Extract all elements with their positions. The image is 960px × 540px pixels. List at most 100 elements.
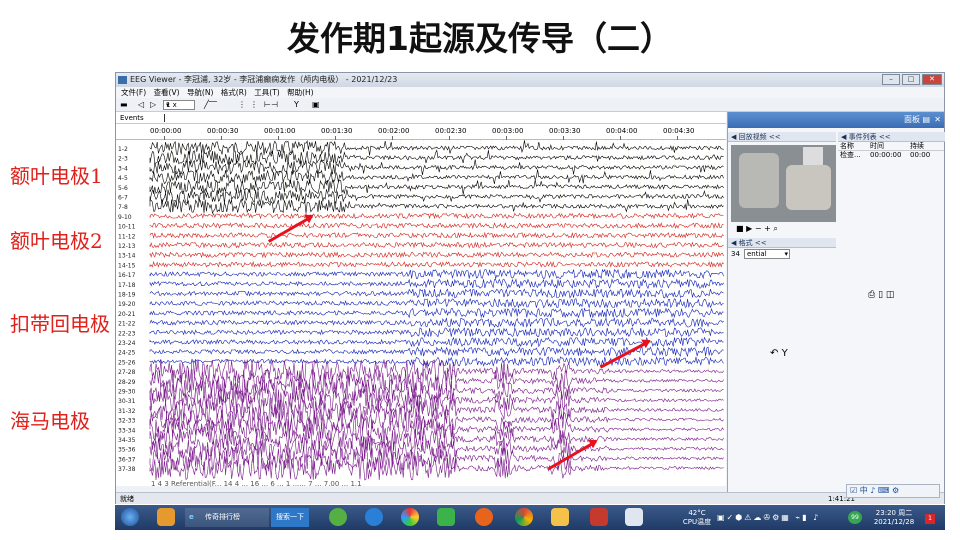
channel-label[interactable]: 7-8: [118, 204, 128, 211]
channel-label[interactable]: 6-7: [118, 195, 128, 202]
amplitude-icon[interactable]: ⋮: [238, 98, 246, 112]
app-colorful-icon[interactable]: [401, 508, 419, 526]
channel-label[interactable]: 14-15: [118, 262, 136, 269]
channel-label[interactable]: 31-32: [118, 408, 136, 415]
label-cingulate: 扣带回电极: [10, 312, 110, 336]
cpu-temp[interactable]: 42°C CPU温度: [681, 508, 713, 527]
app-flower-icon[interactable]: [157, 508, 175, 526]
copy-icon[interactable]: ◫: [886, 290, 895, 300]
channel-label[interactable]: 27-28: [118, 369, 136, 376]
app-browser-icon[interactable]: [365, 508, 383, 526]
format-select[interactable]: ential ▾: [744, 249, 790, 259]
channel-label[interactable]: 3-4: [118, 165, 128, 172]
tray-badge-icon[interactable]: 99: [848, 511, 862, 524]
filter-small-icon[interactable]: Y: [782, 348, 788, 359]
channel-label[interactable]: 32-33: [118, 418, 136, 425]
channel-label[interactable]: 37-38: [118, 466, 136, 473]
folder-app-icon[interactable]: [551, 508, 569, 526]
zoom-icon[interactable]: ⌕: [773, 224, 777, 233]
maximize-button[interactable]: □: [902, 74, 920, 85]
printer-icon[interactable]: ⎙: [868, 290, 875, 300]
time-tick-label: 00:04:30: [663, 127, 695, 135]
eeg-app-icon[interactable]: [625, 508, 643, 526]
start-button[interactable]: [121, 508, 139, 526]
document-icon[interactable]: ▯: [878, 290, 883, 300]
video-player[interactable]: [731, 145, 836, 222]
tray-icons[interactable]: ▣✓⬢⚠☁✇⚙▦ ⌁▮ ♪: [717, 508, 820, 527]
channel-label[interactable]: 29-30: [118, 389, 136, 396]
app-green-icon[interactable]: [329, 508, 347, 526]
step-back-icon[interactable]: ◁: [138, 98, 144, 112]
menu-view[interactable]: 查看(V): [154, 88, 180, 97]
channel-label[interactable]: 36-37: [118, 456, 136, 463]
stop-icon[interactable]: ■: [736, 224, 744, 233]
minus-icon[interactable]: −: [755, 224, 762, 233]
channel-label[interactable]: 10-11: [118, 224, 136, 231]
step-forward-icon[interactable]: ▷: [150, 98, 156, 112]
search-button[interactable]: 搜索一下: [271, 508, 309, 527]
channel-label[interactable]: 13-14: [118, 253, 136, 260]
event-table: 名称 时间 持续 检查... 00:00:00 00:00: [838, 142, 944, 160]
channel-label[interactable]: 34-35: [118, 437, 136, 444]
zoom-select[interactable]: 1 x ▾: [163, 100, 195, 110]
menu-tools[interactable]: 工具(T): [254, 88, 279, 97]
channel-label[interactable]: 23-24: [118, 340, 136, 347]
menu-format[interactable]: 格式(R): [221, 88, 247, 97]
undo-icon[interactable]: ↶: [770, 348, 778, 359]
time-tick-label: 00:01:30: [321, 127, 353, 135]
video-section-head[interactable]: ◀ 回放视频 <<: [728, 132, 836, 142]
channel-label[interactable]: 19-20: [118, 301, 136, 308]
format-section-head[interactable]: ◀ 格式 <<: [728, 238, 836, 248]
plus-icon[interactable]: +: [764, 224, 771, 233]
panel-pin-icon[interactable]: ▤: [922, 112, 930, 128]
channel-label[interactable]: 12-13: [118, 243, 136, 250]
powerpoint-icon[interactable]: [590, 508, 608, 526]
taskbar-item-ranking[interactable]: e 传奇排行榜: [185, 508, 269, 527]
notification-badge-icon[interactable]: 1: [925, 514, 935, 524]
slide-title: 发作期1起源及传导（二）: [287, 19, 673, 58]
panel-close-icon[interactable]: ✕: [934, 112, 941, 128]
taskbar: e 传奇排行榜 搜索一下 42°C CPU温度 ▣✓⬢⚠☁✇⚙▦ ⌁▮ ♪ 99…: [115, 505, 945, 530]
channel-label[interactable]: 24-25: [118, 350, 136, 357]
waveform-icon[interactable]: ╱‾‾: [204, 98, 217, 112]
channel-label[interactable]: 11-12: [118, 233, 136, 240]
channel-label[interactable]: 2-3: [118, 156, 128, 163]
play-icon[interactable]: ▶: [746, 224, 752, 233]
channel-label[interactable]: 1-2: [118, 146, 128, 153]
eeg-trace-area[interactable]: 1-2 2-3 3-4 4-5 5-6 6-7 7-8 9-10 10-11 11-12 12-13…: [116, 140, 726, 488]
minimize-button[interactable]: –: [882, 74, 900, 85]
close-button[interactable]: ✕: [922, 74, 942, 85]
sensitivity-icon[interactable]: ⋮: [250, 98, 258, 112]
channel-label[interactable]: 25-26: [118, 359, 136, 366]
channel-label[interactable]: 17-18: [118, 282, 136, 289]
channel-label[interactable]: 33-34: [118, 427, 136, 434]
channel-label[interactable]: 9-10: [118, 214, 132, 221]
ime-bar[interactable]: ☑ 中 ♪ ⌨ ⚙: [846, 484, 940, 498]
channel-label[interactable]: 21-22: [118, 321, 136, 328]
events-section-head[interactable]: ◀ 事件列表 <<: [838, 132, 945, 142]
filter-icon[interactable]: Y: [294, 98, 299, 112]
channel-label[interactable]: 28-29: [118, 379, 136, 386]
folder-icon[interactable]: ▬: [120, 98, 128, 112]
channel-label[interactable]: 30-31: [118, 398, 136, 405]
clock[interactable]: 23:20 周二 2021/12/28: [867, 508, 921, 527]
window-titlebar[interactable]: EEG Viewer - 李冠浦, 32岁 - 李冠浦癫痫发作（颅内电极） - …: [116, 73, 944, 87]
eeg-trace: [149, 241, 724, 249]
channel-label[interactable]: 5-6: [118, 185, 128, 192]
menu-file[interactable]: 文件(F): [121, 88, 146, 97]
firefox-icon[interactable]: [475, 508, 493, 526]
channel-label[interactable]: 4-5: [118, 175, 128, 182]
channel-label[interactable]: 35-36: [118, 447, 136, 454]
channel-label[interactable]: 16-17: [118, 272, 136, 279]
menu-navigate[interactable]: 导航(N): [187, 88, 213, 97]
wechat-icon[interactable]: [437, 508, 455, 526]
channel-label[interactable]: 18-19: [118, 292, 136, 299]
chrome-icon[interactable]: [515, 508, 533, 526]
channel-label[interactable]: 22-23: [118, 330, 136, 337]
marker-icon[interactable]: ⊢⊣: [264, 98, 278, 112]
print-icon[interactable]: ▣: [312, 98, 320, 112]
channel-label[interactable]: 20-21: [118, 311, 136, 318]
table-row[interactable]: 检查... 00:00:00 00:00: [838, 151, 944, 160]
cpu-temp-value: 42°C: [688, 509, 706, 517]
menu-help[interactable]: 帮助(H): [287, 88, 314, 97]
